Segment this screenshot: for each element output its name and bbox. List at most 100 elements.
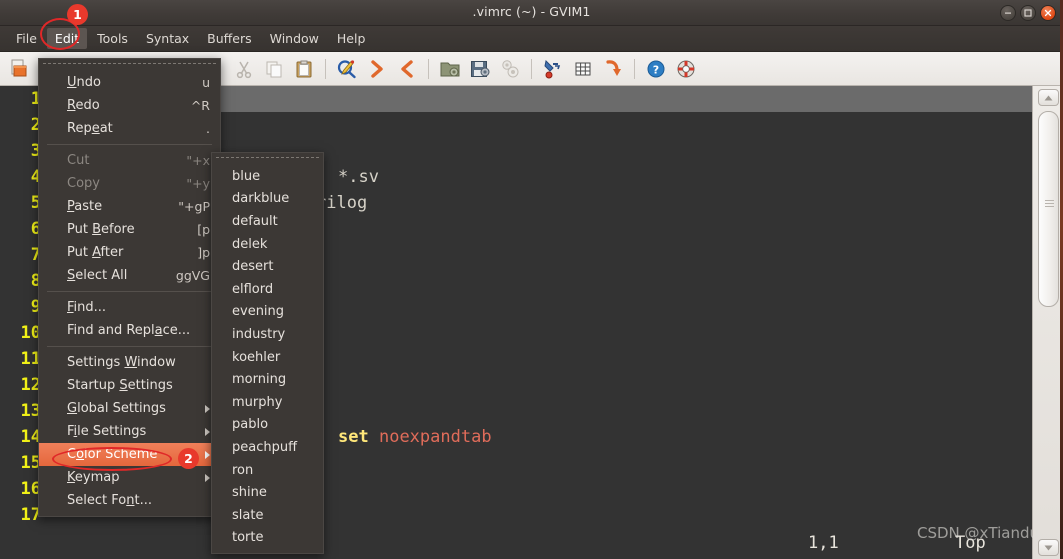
- edit-dropdown-menu[interactable]: Undo u Redo ^R Repeat . Cut "+x Copy "+y…: [38, 58, 221, 517]
- menu-item-copy: Copy "+y: [39, 172, 220, 195]
- scheme-item-pablo[interactable]: pablo: [212, 414, 323, 437]
- menu-accel: ^R: [190, 98, 210, 113]
- gvim-window: .vimrc (~) - GVIM1 File Edit Tools Synta…: [0, 0, 1063, 559]
- close-button[interactable]: [1040, 5, 1056, 21]
- find-icon[interactable]: [333, 55, 361, 83]
- menu-item-label: Copy: [67, 176, 100, 191]
- scheme-item-torte[interactable]: torte: [212, 527, 323, 550]
- menu-item-label: ndo: [76, 75, 101, 90]
- scheme-item-industry[interactable]: industry: [212, 323, 323, 346]
- scheme-item-evening[interactable]: evening: [212, 301, 323, 324]
- menu-accel: ggVG: [175, 268, 210, 283]
- status-line: 1,1 Top: [0, 529, 1032, 559]
- scheme-item-darkblue[interactable]: darkblue: [212, 188, 323, 211]
- toolbar-separator: [428, 58, 429, 79]
- menu-separator: [47, 291, 212, 292]
- submenu-arrow-icon: [205, 450, 210, 459]
- toolbar-separator: [531, 58, 532, 79]
- title-bar: .vimrc (~) - GVIM1: [0, 0, 1063, 26]
- scheme-item-elflord[interactable]: elflord: [212, 278, 323, 301]
- toolbar-separator: [634, 58, 635, 79]
- vertical-scrollbar[interactable]: [1032, 86, 1063, 559]
- scrollbar-thumb[interactable]: [1037, 111, 1059, 307]
- scheme-item-shine[interactable]: shine: [212, 481, 323, 504]
- load-session-icon[interactable]: [436, 55, 464, 83]
- scheme-item-desert[interactable]: desert: [212, 255, 323, 278]
- scheme-item-ron[interactable]: ron: [212, 459, 323, 482]
- menu-accel: [p: [197, 222, 210, 237]
- menu-tearoff[interactable]: [43, 63, 216, 69]
- watermark-text: CSDN @xTiandu: [917, 524, 1040, 542]
- menu-edit[interactable]: Edit: [46, 28, 88, 49]
- maximize-button[interactable]: [1020, 5, 1036, 21]
- scroll-down-arrow-icon[interactable]: [1037, 539, 1059, 556]
- window-title: .vimrc (~) - GVIM1: [472, 4, 591, 19]
- annotation-badge-2: 2: [178, 448, 199, 469]
- scheme-item-murphy[interactable]: murphy: [212, 391, 323, 414]
- cursor-position: 1,1: [808, 533, 839, 553]
- menu-item-cut: Cut "+x: [39, 149, 220, 172]
- scheme-item-delek[interactable]: delek: [212, 233, 323, 256]
- cut-icon[interactable]: [230, 55, 258, 83]
- paste-icon[interactable]: [290, 55, 318, 83]
- redo-icon[interactable]: [363, 55, 391, 83]
- menu-tearoff[interactable]: [216, 157, 319, 163]
- copy-icon[interactable]: [260, 55, 288, 83]
- menu-item-select-font[interactable]: Select Font...: [39, 489, 220, 512]
- submenu-arrow-icon: [205, 473, 210, 482]
- menu-item-undo[interactable]: Undo u: [39, 71, 220, 94]
- scheme-item-koehler[interactable]: koehler: [212, 346, 323, 369]
- help-icon[interactable]: ?: [642, 55, 670, 83]
- menu-item-settings-window[interactable]: Settings Window: [39, 351, 220, 374]
- scheme-item-peachpuff[interactable]: peachpuff: [212, 436, 323, 459]
- menu-accel: "+x: [186, 153, 210, 168]
- window-controls: [1000, 5, 1056, 21]
- run-script-icon[interactable]: [496, 55, 524, 83]
- scheme-item-blue[interactable]: blue: [212, 165, 323, 188]
- svg-text:?: ?: [653, 63, 659, 76]
- scheme-item-slate[interactable]: slate: [212, 504, 323, 527]
- undo-icon[interactable]: [393, 55, 421, 83]
- keyword-set: set: [338, 427, 369, 447]
- menu-separator: [47, 346, 212, 347]
- menu-item-startup-settings[interactable]: Startup Settings: [39, 374, 220, 397]
- menu-item-file-settings[interactable]: File Settings: [39, 420, 220, 443]
- menu-buffers[interactable]: Buffers: [199, 28, 259, 49]
- menu-accel: u: [202, 75, 210, 90]
- menu-file[interactable]: File: [8, 28, 45, 49]
- menu-item-put-before[interactable]: Put Before [p: [39, 218, 220, 241]
- menu-window[interactable]: Window: [262, 28, 327, 49]
- menu-accel: "+gP: [178, 199, 210, 214]
- scroll-up-arrow-icon[interactable]: [1037, 89, 1059, 106]
- color-scheme-submenu[interactable]: blue darkblue default delek desert elflo…: [211, 152, 324, 555]
- menu-item-redo[interactable]: Redo ^R: [39, 94, 220, 117]
- find-help-icon[interactable]: [672, 55, 700, 83]
- scrollbar-track[interactable]: [1037, 109, 1059, 536]
- submenu-arrow-icon: [205, 404, 210, 413]
- menu-item-find[interactable]: Find...: [39, 296, 220, 319]
- submenu-arrow-icon: [205, 427, 210, 436]
- scheme-item-morning[interactable]: morning: [212, 368, 323, 391]
- make-icon[interactable]: [539, 55, 567, 83]
- option-noexpandtab: noexpandtab: [378, 427, 492, 447]
- menu-item-keymap[interactable]: Keymap: [39, 466, 220, 489]
- menu-item-paste[interactable]: Paste "+gP: [39, 195, 220, 218]
- menu-accel: "+y: [186, 176, 210, 191]
- jump-to-tag-icon[interactable]: [599, 55, 627, 83]
- menu-item-find-and-replace[interactable]: Find and Replace...: [39, 319, 220, 342]
- open-file-icon[interactable]: [6, 55, 34, 83]
- menu-tools[interactable]: Tools: [89, 28, 136, 49]
- minimize-button[interactable]: [1000, 5, 1016, 21]
- menu-help[interactable]: Help: [329, 28, 374, 49]
- annotation-badge-1: 1: [67, 4, 88, 25]
- menu-item-put-after[interactable]: Put After ]p: [39, 241, 220, 264]
- menu-item-select-all[interactable]: Select All ggVG: [39, 264, 220, 287]
- menu-item-global-settings[interactable]: Global Settings: [39, 397, 220, 420]
- menu-item-repeat[interactable]: Repeat .: [39, 117, 220, 140]
- toolbar-separator: [325, 58, 326, 79]
- scheme-item-default[interactable]: default: [212, 210, 323, 233]
- menu-bar: File Edit Tools Syntax Buffers Window He…: [0, 26, 1063, 52]
- build-tags-icon[interactable]: [569, 55, 597, 83]
- menu-syntax[interactable]: Syntax: [138, 28, 197, 49]
- save-session-icon[interactable]: [466, 55, 494, 83]
